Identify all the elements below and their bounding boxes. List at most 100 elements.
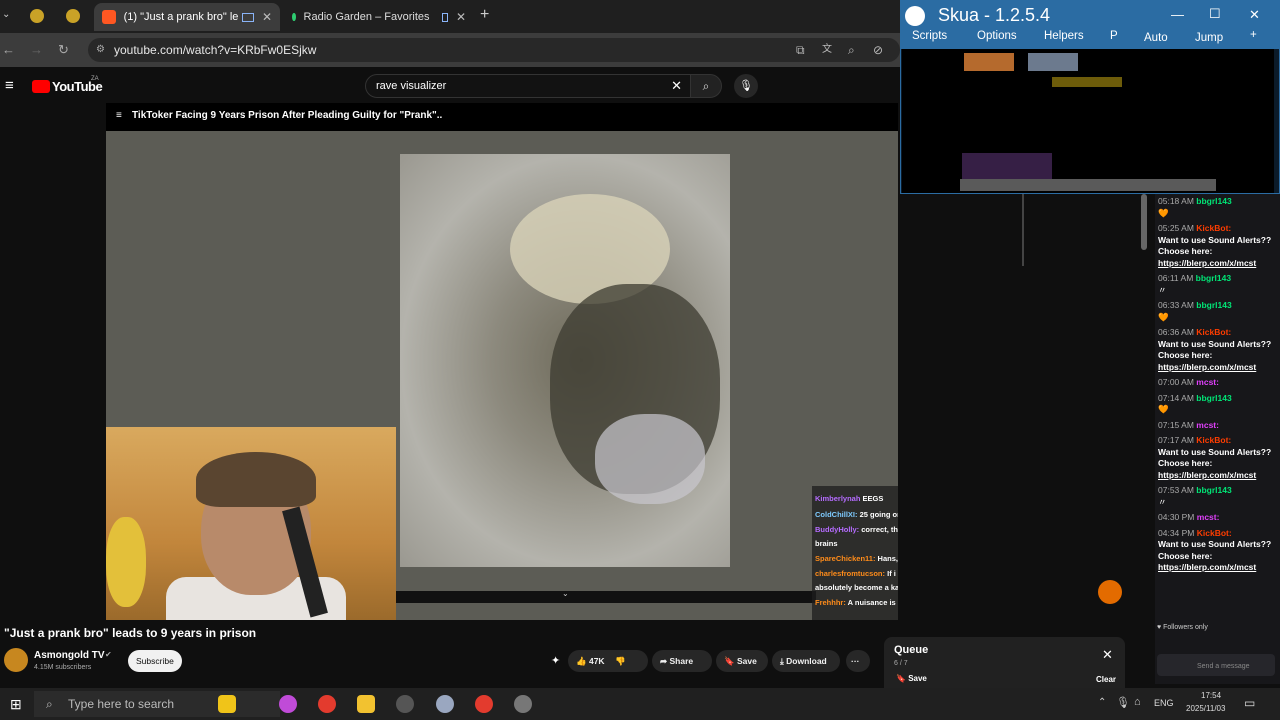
video-player[interactable]: ≡ TikToker Facing 9 Years Prison After P… (106, 103, 1024, 620)
app-icon[interactable] (396, 695, 414, 713)
tab-label: Radio Garden – Favorites (303, 11, 430, 23)
menu-options[interactable]: Options (977, 30, 1017, 42)
download-button[interactable]: ⤓ Download (772, 650, 840, 672)
microphone-tray-icon[interactable]: 🎙 (1116, 696, 1130, 709)
queue-save-button[interactable]: 🔖 Save (896, 674, 927, 683)
chat-message: 06:36 AM KickBot: Want to use Sound Alert… (1158, 327, 1272, 372)
language-indicator[interactable]: ENG (1154, 698, 1174, 708)
tab-radio-garden[interactable]: Radio Garden – Favorites ✕ (284, 3, 474, 31)
video-progress-bar[interactable]: ⌄ (396, 589, 816, 603)
app-icon[interactable] (436, 695, 454, 713)
forward-icon[interactable]: → (30, 42, 43, 57)
chat-link[interactable]: https://blerp.com/x/mcst (1158, 258, 1256, 268)
menu-auto[interactable]: Auto (1144, 32, 1168, 44)
url-text: youtube.com/watch?v=KRbFw0ESjkw (114, 43, 317, 57)
chat-message: 07:53 AM bbgrl143 〃 (1158, 485, 1232, 507)
chat-message: 06:11 AM bbgrl143 〃 (1158, 273, 1232, 295)
tab-list-chevron-icon[interactable]: ⌄ (2, 9, 10, 20)
notification-icon[interactable]: ▭ (1244, 696, 1255, 710)
game-canvas[interactable] (902, 49, 1274, 193)
subscriber-count: 4.15M subscribers (34, 664, 92, 671)
windows-start-icon[interactable]: ⊞ (10, 696, 22, 713)
browser-tab-bar: ⌄ (1) "Just a prank bro" leads ✕ Radio G… (0, 0, 900, 33)
channel-avatar[interactable] (4, 648, 28, 672)
followers-only-label: ♥ Followers only (1157, 624, 1208, 631)
chat-link[interactable]: https://blerp.com/x/mcst (1158, 562, 1256, 572)
zoom-icon[interactable]: ⌕ (848, 38, 855, 62)
menu-p[interactable]: P (1110, 30, 1118, 42)
menu-helpers[interactable]: Helpers (1044, 30, 1084, 42)
streamer-avatar-icon[interactable] (1098, 580, 1122, 604)
voice-search-button[interactable]: 🎙 (734, 74, 758, 98)
clock-date[interactable]: 2025/11/03 (1186, 704, 1225, 713)
tray-overflow-icon[interactable]: ⌃ (1098, 697, 1106, 708)
chat-link[interactable]: https://blerp.com/x/mcst (1158, 362, 1256, 372)
pinned-tab-icon[interactable] (66, 9, 80, 23)
chat-message-input[interactable]: Send a message (1157, 654, 1275, 676)
close-tab-icon[interactable]: ✕ (448, 10, 466, 24)
chat-link[interactable]: https://blerp.com/x/mcst (1158, 470, 1256, 480)
clock-time[interactable]: 17:54 (1201, 691, 1221, 700)
clear-search-icon[interactable]: ✕ (671, 75, 682, 97)
skua-taskbar-icon[interactable] (514, 695, 532, 713)
skua-logo-icon (905, 6, 925, 26)
chat-message: 05:25 AM KickBot: Want to use Sound Alert… (1158, 223, 1272, 268)
channel-name[interactable]: Asmongold TV (34, 650, 105, 661)
share-button[interactable]: ➦ Share (652, 650, 712, 672)
cast-icon (242, 12, 254, 22)
streamer-webcam (106, 427, 396, 620)
site-info-icon[interactable]: ⚙ (96, 38, 105, 62)
search-button[interactable]: ⌕ (690, 74, 722, 98)
minimize-icon[interactable]: — (1171, 7, 1184, 22)
skua-window: Skua - 1.2.5.4 — ☐ ✕ Scripts Options Hel… (900, 0, 1280, 194)
more-actions-button[interactable]: ··· (846, 650, 870, 672)
search-highlight-icon[interactable] (218, 695, 236, 713)
scrollbar[interactable] (1022, 194, 1024, 266)
menu-jump[interactable]: Jump (1195, 32, 1223, 44)
thumbs-up-icon[interactable]: 👍 (576, 656, 587, 666)
menu-scripts[interactable]: Scripts (912, 30, 947, 42)
chat-message: 07:00 AM mcst: (1158, 377, 1219, 387)
playlist-title-bar[interactable]: ≡ TikToker Facing 9 Years Prison After P… (106, 103, 898, 131)
menu-add[interactable]: + (1250, 29, 1257, 41)
puzzle-icon[interactable]: ✦ (551, 654, 560, 667)
file-explorer-icon[interactable] (357, 695, 375, 713)
translate-icon[interactable]: 文 (822, 38, 832, 62)
like-count: 47K (588, 656, 605, 666)
network-icon[interactable]: ⌂ (1134, 696, 1141, 708)
queue-count: 6 / 7 (894, 660, 908, 667)
like-dislike-button[interactable]: 👍 47K 👎 (568, 650, 648, 672)
maximize-icon[interactable]: ☐ (1209, 6, 1221, 22)
queue-clear-button[interactable]: Clear (1096, 675, 1116, 684)
taskbar-search[interactable]: ⌕ Type here to search (34, 691, 280, 717)
youtube-logo-icon[interactable] (32, 80, 50, 93)
reload-icon[interactable]: ↻ (58, 42, 69, 58)
back-icon[interactable]: ← (2, 42, 15, 57)
video-frame (400, 154, 730, 567)
chevron-down-icon[interactable]: ⌄ (562, 589, 569, 598)
skua-title-bar[interactable]: Skua - 1.2.5.4 — ☐ ✕ (901, 1, 1279, 31)
new-tab-button[interactable]: + (480, 6, 489, 24)
close-queue-icon[interactable]: ✕ (1102, 647, 1113, 663)
radio-garden-favicon-icon (292, 13, 296, 21)
tab-youtube[interactable]: (1) "Just a prank bro" leads ✕ (94, 3, 280, 31)
thumbs-down-icon[interactable]: 👎 (615, 656, 626, 666)
game-notice (1052, 77, 1122, 87)
skua-menu-bar: Scripts Options Helpers P Auto Jump + (901, 29, 1279, 49)
subscribe-button[interactable]: Subscribe (128, 650, 182, 672)
chrome-icon[interactable] (318, 695, 336, 713)
close-tab-icon[interactable]: ✕ (254, 10, 272, 24)
search-input[interactable]: rave visualizer ✕ (365, 74, 691, 98)
copilot-icon[interactable] (279, 695, 297, 713)
open-in-app-icon[interactable]: ⧉ (796, 38, 805, 62)
save-button[interactable]: 🔖 Save (716, 650, 768, 672)
chat-scrollbar[interactable] (1141, 194, 1147, 250)
menu-icon[interactable]: ≡ (5, 77, 14, 94)
tracking-blocked-icon[interactable]: ⊘ (873, 38, 883, 62)
chrome-profile-icon[interactable] (475, 695, 493, 713)
url-field[interactable]: ⚙ youtube.com/watch?v=KRbFw0ESjkw ⧉ 文 ⌕ … (88, 38, 900, 62)
close-window-icon[interactable]: ✕ (1249, 7, 1260, 23)
target-portrait (1028, 53, 1078, 71)
pinned-tab-icon[interactable] (30, 9, 44, 23)
game-action-bar[interactable] (960, 179, 1216, 191)
